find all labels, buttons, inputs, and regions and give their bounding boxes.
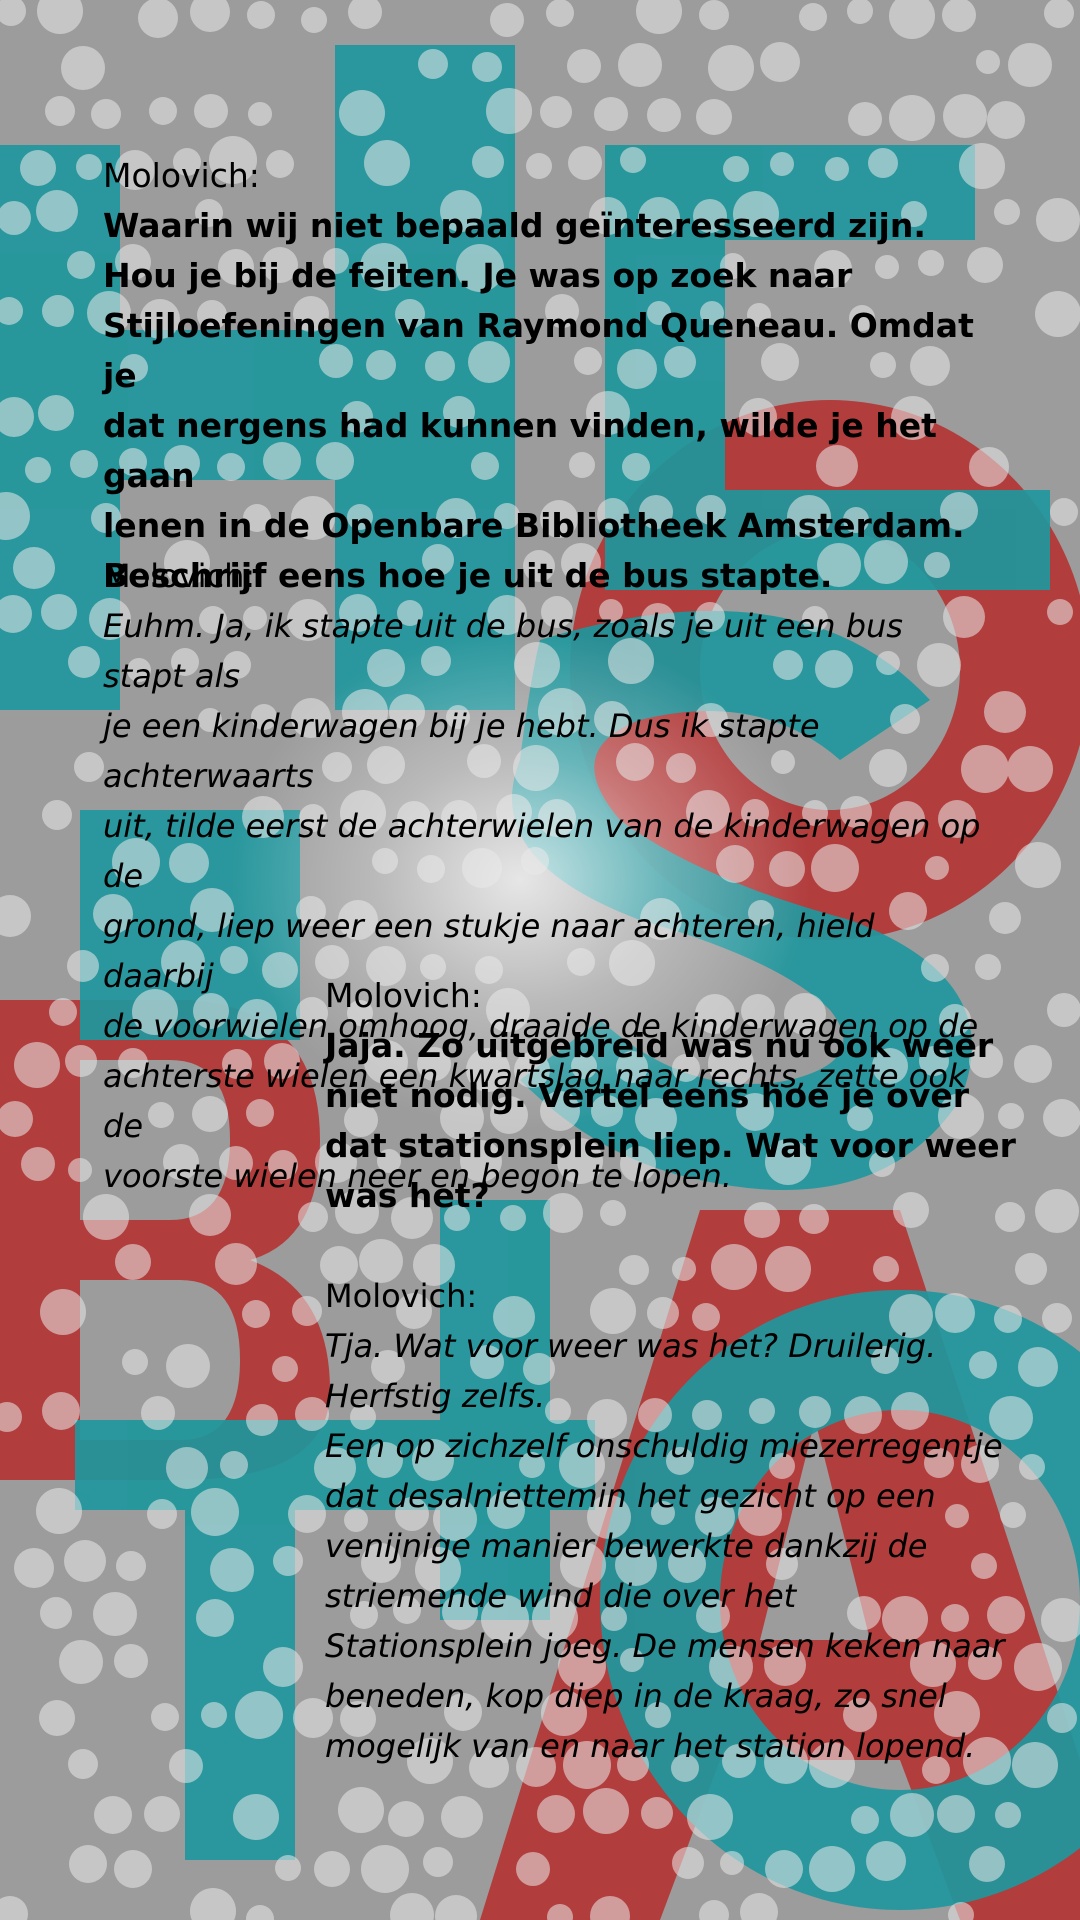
dialogue-line: dat nergens had kunnen vinden, wilde je … — [103, 406, 937, 495]
dialogue-line: lenen in de Openbare Bibliotheek Amsterd… — [103, 506, 965, 545]
dialogue-line: striemende wind die over het — [325, 1577, 797, 1615]
dialogue-line: dat stationsplein liep. Wat voor weer — [325, 1126, 1016, 1165]
dialogue-line: Hou je bij de feiten. Je was op zoek naa… — [103, 256, 853, 295]
speaker-label: Molovich: — [325, 976, 482, 1015]
dialogue-line: mogelijk van en naar het station lopend. — [325, 1727, 976, 1765]
dialogue-line: was het? — [325, 1176, 490, 1215]
dialogue-line: Waarin wij niet bepaald geïnteresseerd z… — [103, 206, 926, 245]
dialogue-line: Herfstig zelfs. — [325, 1377, 546, 1415]
dialogue-block-1: Molovich: Waarin wij niet bepaald geïnte… — [103, 151, 1003, 601]
dialogue-line: venijnige manier bewerkte dankzij de — [325, 1527, 928, 1565]
dialogue-line: Stationsplein joeg. De mensen keken naar — [325, 1627, 1005, 1665]
dialogue-line: Een op zichzelf onschuldig miezerregentj… — [325, 1427, 1003, 1465]
dialogue-line: niet nodig. Vertel eens hoe je over — [325, 1076, 969, 1115]
speaker-label: Molovich: — [325, 1277, 478, 1315]
dialogue-block-4: Molovich: Tja. Wat voor weer was het? Dr… — [325, 1271, 1025, 1771]
dialogue-content: Molovich: Waarin wij niet bepaald geïnte… — [0, 0, 1080, 1920]
dialogue-line: je een kinderwagen bij je hebt. Dus ik s… — [103, 707, 820, 795]
dialogue-line: beneden, kop diep in de kraag, zo snel — [325, 1677, 947, 1715]
dialogue-line: Stijloefeningen van Raymond Queneau. Omd… — [103, 306, 974, 395]
dialogue-line: uit, tilde eerst de achterwielen van de … — [103, 807, 981, 895]
dialogue-line: Jaja. Zo uitgebreid was nu ook weer — [325, 1026, 994, 1065]
speaker-label: Molovich: — [103, 156, 260, 195]
dialogue-line: Euhm. Ja, ik stapte uit de bus, zoals je… — [103, 607, 903, 695]
speaker-label: Molovich: — [103, 557, 256, 595]
dialogue-block-3: Molovich: Jaja. Zo uitgebreid was nu ook… — [325, 971, 1025, 1221]
dialogue-line: dat desalniettemin het gezicht op een — [325, 1477, 936, 1515]
dialogue-line: Tja. Wat voor weer was het? Druilerig. — [325, 1327, 937, 1365]
